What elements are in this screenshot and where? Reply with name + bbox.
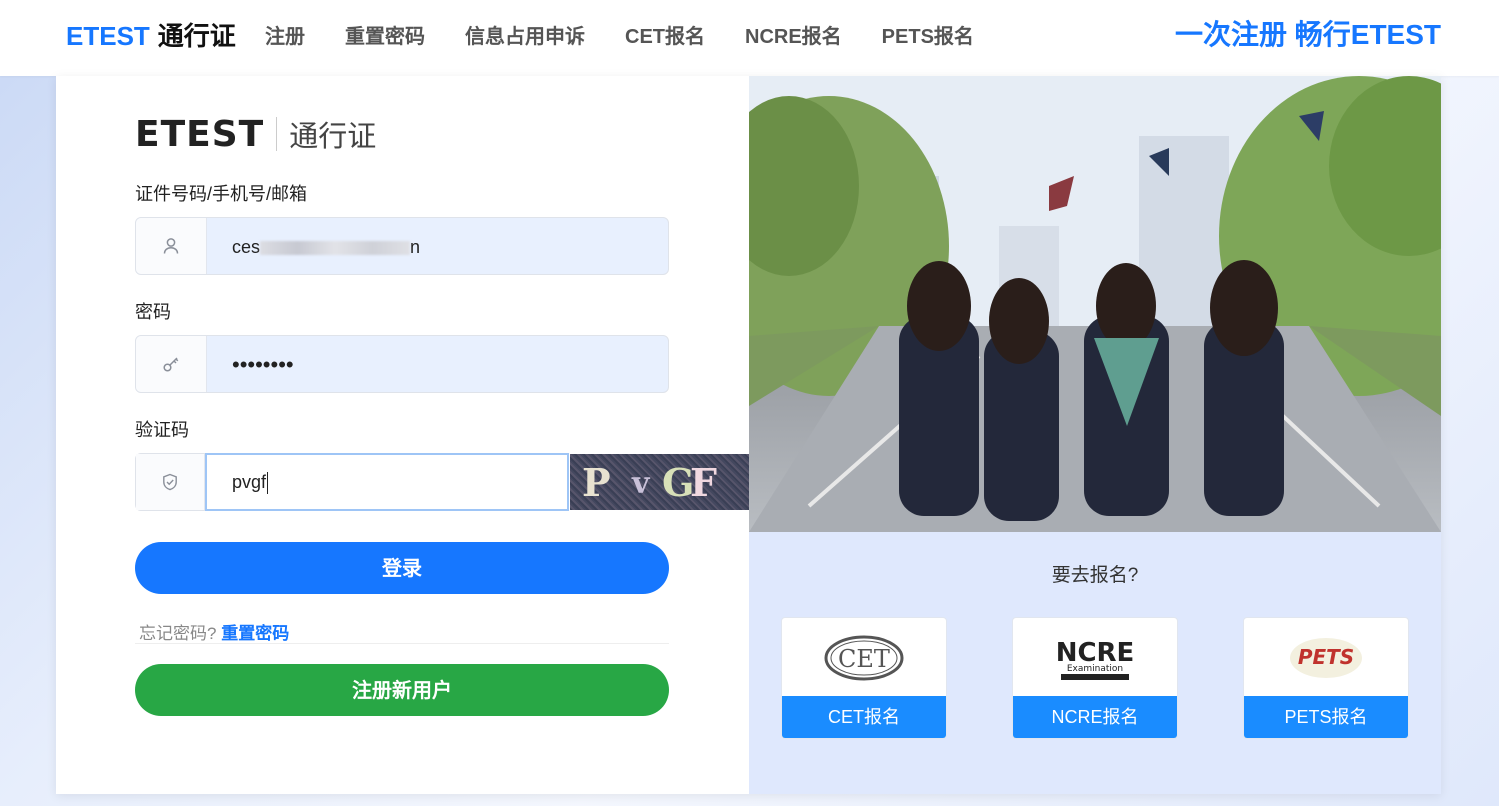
graduation-photo xyxy=(749,76,1441,532)
cet-logo: CET xyxy=(782,618,946,698)
pets-logo: PETS xyxy=(1244,618,1408,698)
brand-zh: 通行证 xyxy=(157,21,236,51)
account-value-suffix: n xyxy=(410,237,421,257)
ncre-signup-button[interactable]: NCRE报名 xyxy=(1013,696,1177,738)
captcha-image[interactable]: P v G F xyxy=(570,454,749,510)
form-logo-en: ETEST xyxy=(135,113,265,155)
login-card: ETEST 通行证 证件号码/手机号/邮箱 ces n 密码 •••••••• 验… xyxy=(56,76,1441,794)
account-field[interactable]: ces n xyxy=(135,217,669,275)
captcha-label: 验证码 xyxy=(135,420,189,440)
captcha-char-4: F xyxy=(690,460,717,505)
text-caret xyxy=(267,472,269,495)
promo-panel: 要去报名? CET CET报名 NCRE Examination NCRE报名 P… xyxy=(749,76,1441,794)
divider xyxy=(135,643,669,644)
tile-cet[interactable]: CET CET报名 xyxy=(781,617,947,739)
captcha-char-2: v xyxy=(632,466,650,501)
password-input[interactable]: •••••••• xyxy=(232,336,294,392)
form-logo-zh: 通行证 xyxy=(289,121,377,153)
user-icon xyxy=(136,218,207,274)
pets-signup-button[interactable]: PETS报名 xyxy=(1244,696,1408,738)
nav-pets-signup[interactable]: PETS报名 xyxy=(882,24,974,50)
captcha-char-1: P xyxy=(582,460,611,505)
main-nav: 注册 重置密码 信息占用申诉 CET报名 NCRE报名 PETS报名 xyxy=(265,24,974,50)
cet-logo-text: CET xyxy=(838,645,890,673)
cet-signup-button[interactable]: CET报名 xyxy=(782,696,946,738)
account-label: 证件号码/手机号/邮箱 xyxy=(135,184,308,204)
login-button[interactable]: 登录 xyxy=(135,542,669,594)
pets-logo-text: PETS xyxy=(1298,645,1354,669)
nav-reset-password[interactable]: 重置密码 xyxy=(345,24,425,50)
password-field[interactable]: •••••••• xyxy=(135,335,669,393)
redacted-text xyxy=(260,241,411,256)
tile-pets[interactable]: PETS PETS报名 xyxy=(1243,617,1409,739)
slogan: 一次注册 畅行ETEST xyxy=(1174,19,1441,50)
account-input[interactable]: ces n xyxy=(232,218,420,274)
exam-tiles: CET CET报名 NCRE Examination NCRE报名 PETS PE… xyxy=(781,617,1409,739)
shield-icon xyxy=(136,454,205,510)
tile-ncre[interactable]: NCRE Examination NCRE报名 xyxy=(1012,617,1178,739)
form-logo: ETEST 通行证 xyxy=(135,113,377,155)
top-navbar: ETEST 通行证 注册 重置密码 信息占用申诉 CET报名 NCRE报名 PET… xyxy=(0,0,1499,76)
nav-cet-signup[interactable]: CET报名 xyxy=(625,24,705,50)
password-label: 密码 xyxy=(135,302,171,322)
promo-question: 要去报名? xyxy=(1051,565,1139,586)
ncre-logo-sub: Examination xyxy=(1067,664,1123,674)
nav-info-appeal[interactable]: 信息占用申诉 xyxy=(465,24,585,50)
account-value-prefix: ces xyxy=(232,237,261,257)
ncre-logo: NCRE Examination xyxy=(1013,618,1177,698)
captcha-field[interactable]: pvgf xyxy=(135,453,569,511)
captcha-value: pvgf xyxy=(232,472,267,492)
nav-register[interactable]: 注册 xyxy=(265,24,305,50)
reset-password-link[interactable]: 重置密码 xyxy=(221,624,289,643)
register-button[interactable]: 注册新用户 xyxy=(135,664,669,716)
captcha-input[interactable]: pvgf xyxy=(205,453,569,511)
forgot-password-row: 忘记密码? 重置密码 xyxy=(139,619,289,644)
nav-ncre-signup[interactable]: NCRE报名 xyxy=(745,24,842,50)
brand-en: ETEST xyxy=(66,21,150,51)
brand-logo[interactable]: ETEST 通行证 xyxy=(66,20,236,52)
forgot-password-text: 忘记密码? xyxy=(139,624,217,643)
login-panel: ETEST 通行证 证件号码/手机号/邮箱 ces n 密码 •••••••• 验… xyxy=(56,76,749,794)
logo-divider xyxy=(276,117,278,151)
key-icon xyxy=(136,336,207,392)
